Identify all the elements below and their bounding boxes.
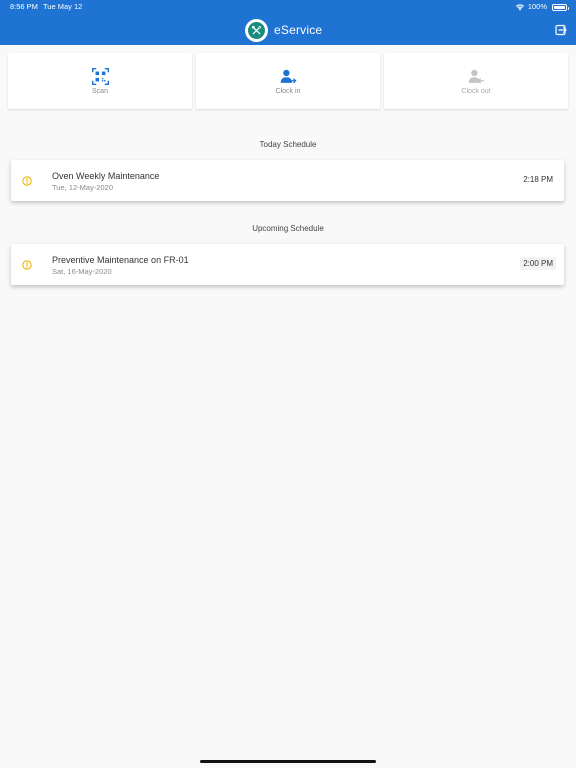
wrench-screwdriver-icon [245, 18, 268, 42]
status-time: 8:56 PM [10, 2, 38, 11]
logout-button[interactable] [554, 23, 568, 37]
schedule-time: 2:00 PM [520, 257, 556, 270]
clock-out-button[interactable]: Clock out [384, 53, 568, 109]
clock-out-label: Clock out [461, 87, 491, 95]
action-tiles: Scan Clock in Clock out [8, 53, 568, 109]
clock-out-user-icon [467, 68, 485, 86]
schedule-time: 2:18 PM [523, 175, 553, 184]
schedule-date: Tue, 12-May-2020 [52, 183, 114, 192]
app-branding: eService [245, 18, 322, 42]
clock-in-user-icon [279, 68, 297, 86]
scan-button[interactable]: Scan [8, 53, 192, 109]
schedule-item-today[interactable]: Oven Weekly Maintenance Tue, 12-May-2020… [11, 160, 564, 201]
schedule-title: Oven Weekly Maintenance [52, 171, 160, 181]
pending-icon [22, 260, 32, 270]
app-header: 8:56 PM Tue May 12 100% eService [0, 0, 576, 45]
clock-in-label: Clock in [275, 87, 301, 95]
scan-label: Scan [92, 87, 108, 95]
wifi-icon [515, 4, 525, 11]
clock-in-button[interactable]: Clock in [196, 53, 380, 109]
home-indicator[interactable] [200, 760, 376, 763]
pending-icon [22, 176, 32, 186]
logout-icon [555, 24, 567, 36]
schedule-title: Preventive Maintenance on FR-01 [52, 255, 189, 265]
status-indicators: 100% [515, 0, 569, 14]
upcoming-schedule-heading: Upcoming Schedule [252, 224, 324, 233]
battery-icon [552, 3, 569, 11]
schedule-item-upcoming[interactable]: Preventive Maintenance on FR-01 Sat, 16-… [11, 244, 564, 285]
app-title: eService [274, 23, 323, 37]
schedule-date: Sat, 16-May-2020 [52, 267, 112, 276]
qr-code-icon [91, 68, 109, 86]
status-bar: 8:56 PM Tue May 12 100% [0, 0, 576, 14]
status-date: Tue May 12 [43, 2, 83, 11]
battery-percent: 100% [527, 2, 547, 11]
today-schedule-heading: Today Schedule [259, 140, 317, 149]
